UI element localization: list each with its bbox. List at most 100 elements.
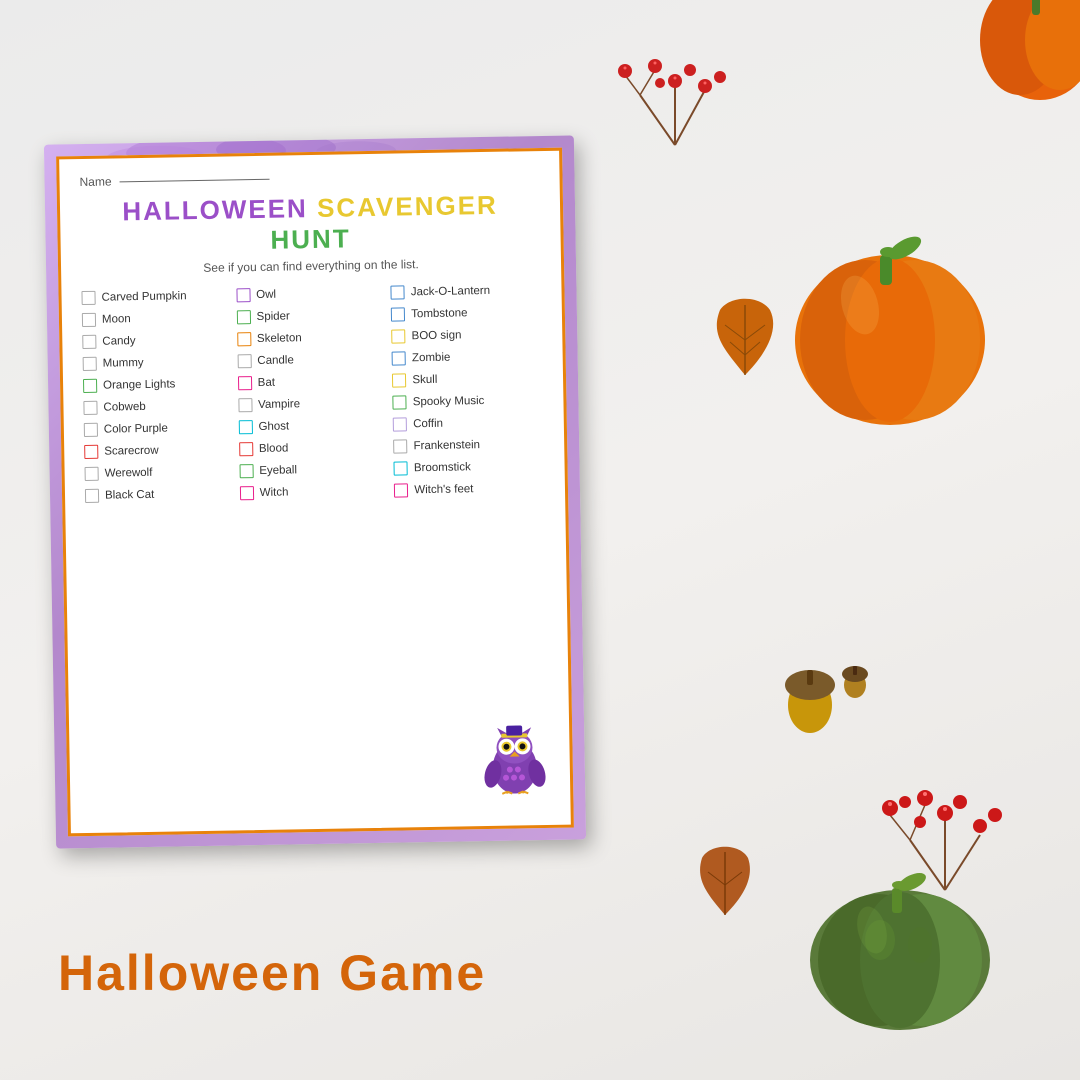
checkbox[interactable]: [394, 483, 408, 497]
checkbox[interactable]: [392, 373, 406, 387]
title-scavenger: SCAVENGER: [317, 190, 498, 223]
checklist-item: Skeleton: [237, 330, 388, 347]
checklist-item: Orange Lights: [83, 376, 234, 393]
checkbox[interactable]: [85, 467, 99, 481]
checklist-label: Zombie: [412, 352, 451, 365]
checklist-item: Black Cat: [85, 486, 236, 503]
checklist-item: Owl: [236, 286, 387, 303]
pumpkin-top-right-decor: [950, 0, 1080, 110]
paper-title: HALLOWEEN SCAVENGER HUNT: [80, 189, 541, 259]
checklist-item: Spider: [236, 308, 387, 325]
checklist-item: Frankenstein: [393, 437, 544, 454]
checklist-label: Blood: [259, 442, 289, 455]
subtitle: See if you can find everything on the li…: [81, 255, 541, 277]
checklist-label: Ghost: [258, 420, 289, 433]
checklist-item: Candy: [82, 332, 233, 349]
name-field: Name: [79, 167, 539, 189]
checklist-label: Spooky Music: [413, 395, 485, 408]
checkbox[interactable]: [83, 379, 97, 393]
checklist-item: Vampire: [238, 396, 389, 413]
halloween-game-label: Halloween Game: [58, 944, 486, 1002]
checklist-item: Candle: [237, 352, 388, 369]
checkbox[interactable]: [82, 313, 96, 327]
title-halloween: HALLOWEEN: [122, 193, 308, 226]
checklist-item: Witch: [240, 484, 391, 501]
checkbox[interactable]: [237, 332, 251, 346]
checkbox[interactable]: [83, 401, 97, 415]
checklist-item: Spooky Music: [393, 393, 544, 410]
checklist-item: Moon: [82, 310, 233, 327]
checklist-item: Blood: [239, 440, 390, 457]
checklist-label: Jack-O-Lantern: [411, 285, 490, 298]
checkbox[interactable]: [239, 464, 253, 478]
name-label: Name: [79, 175, 111, 190]
checklist-label: Orange Lights: [103, 378, 175, 391]
checklist-label: Broomstick: [414, 461, 471, 474]
checklist-label: Candle: [257, 354, 294, 367]
checklist-item: Color Purple: [84, 420, 235, 437]
checklist-label: Werewolf: [105, 467, 153, 480]
checkbox[interactable]: [236, 310, 250, 324]
checkbox[interactable]: [392, 329, 406, 343]
checklist-label: Skeleton: [257, 332, 302, 345]
checklist-label: Scarecrow: [104, 445, 159, 458]
acorn-decor: [780, 660, 840, 740]
checkbox[interactable]: [391, 285, 405, 299]
checklist-item: Mummy: [83, 354, 234, 371]
title-container: HALLOWEEN SCAVENGER HUNT: [80, 189, 541, 259]
checklist-item: Cobweb: [83, 398, 234, 415]
checkbox[interactable]: [237, 354, 251, 368]
checkbox[interactable]: [238, 398, 252, 412]
acorn-small-decor: [840, 660, 870, 700]
checkbox[interactable]: [81, 291, 95, 305]
title-hunt: HUNT: [270, 223, 351, 254]
checklist-label: Eyeball: [259, 464, 297, 477]
pumpkin-main-decor: [780, 200, 1000, 440]
checklist-item: Bat: [238, 374, 389, 391]
checkbox[interactable]: [238, 420, 252, 434]
checklist-item: Skull: [392, 371, 543, 388]
checklist-label: Coffin: [413, 418, 443, 431]
checkbox[interactable]: [85, 489, 99, 503]
leaf-decor: [705, 290, 785, 380]
checkbox[interactable]: [84, 445, 98, 459]
owl-decoration: [479, 725, 550, 796]
checkbox[interactable]: [391, 307, 405, 321]
pumpkin-bottom-decor: [790, 830, 1010, 1040]
checklist-label: Carved Pumpkin: [101, 290, 186, 303]
checklist-label: Vampire: [258, 398, 300, 411]
checkbox[interactable]: [394, 461, 408, 475]
checklist-item: Coffin: [393, 415, 544, 432]
checkbox[interactable]: [82, 335, 96, 349]
leaf-bottom-decor: [690, 840, 760, 920]
paper-inner: Name HALLOWEEN SCAVENGER HUNT See if you…: [56, 148, 574, 837]
checklist-item: Carved Pumpkin: [81, 288, 232, 305]
checkbox[interactable]: [393, 417, 407, 431]
checklist-item: Zombie: [392, 349, 543, 366]
checklist-item: Witch's feet: [394, 481, 545, 498]
checklist-item: Werewolf: [85, 464, 236, 481]
paper-outer-border: Name HALLOWEEN SCAVENGER HUNT See if you…: [44, 135, 586, 848]
checklist-label: Frankenstein: [413, 439, 480, 452]
checkbox[interactable]: [392, 351, 406, 365]
checklist-label: Moon: [102, 313, 131, 326]
checkbox[interactable]: [83, 357, 97, 371]
checkbox[interactable]: [236, 288, 250, 302]
checkbox[interactable]: [240, 486, 254, 500]
checklist-label: BOO sign: [412, 329, 462, 342]
checklist-item: Ghost: [238, 418, 389, 435]
checklist-label: Candy: [102, 335, 135, 348]
checklist-label: Witch: [260, 486, 289, 498]
checklist-label: Color Purple: [104, 423, 168, 436]
checklist-label: Tombstone: [411, 307, 467, 320]
checklist-item: Tombstone: [391, 305, 542, 322]
checklist-item: Broomstick: [394, 459, 545, 476]
checkbox[interactable]: [84, 423, 98, 437]
checklist-label: Skull: [412, 374, 437, 386]
checkbox[interactable]: [393, 395, 407, 409]
checklist-label: Cobweb: [103, 401, 145, 414]
checkbox[interactable]: [393, 439, 407, 453]
checklist-label: Black Cat: [105, 489, 154, 502]
checkbox[interactable]: [239, 442, 253, 456]
checkbox[interactable]: [238, 376, 252, 390]
